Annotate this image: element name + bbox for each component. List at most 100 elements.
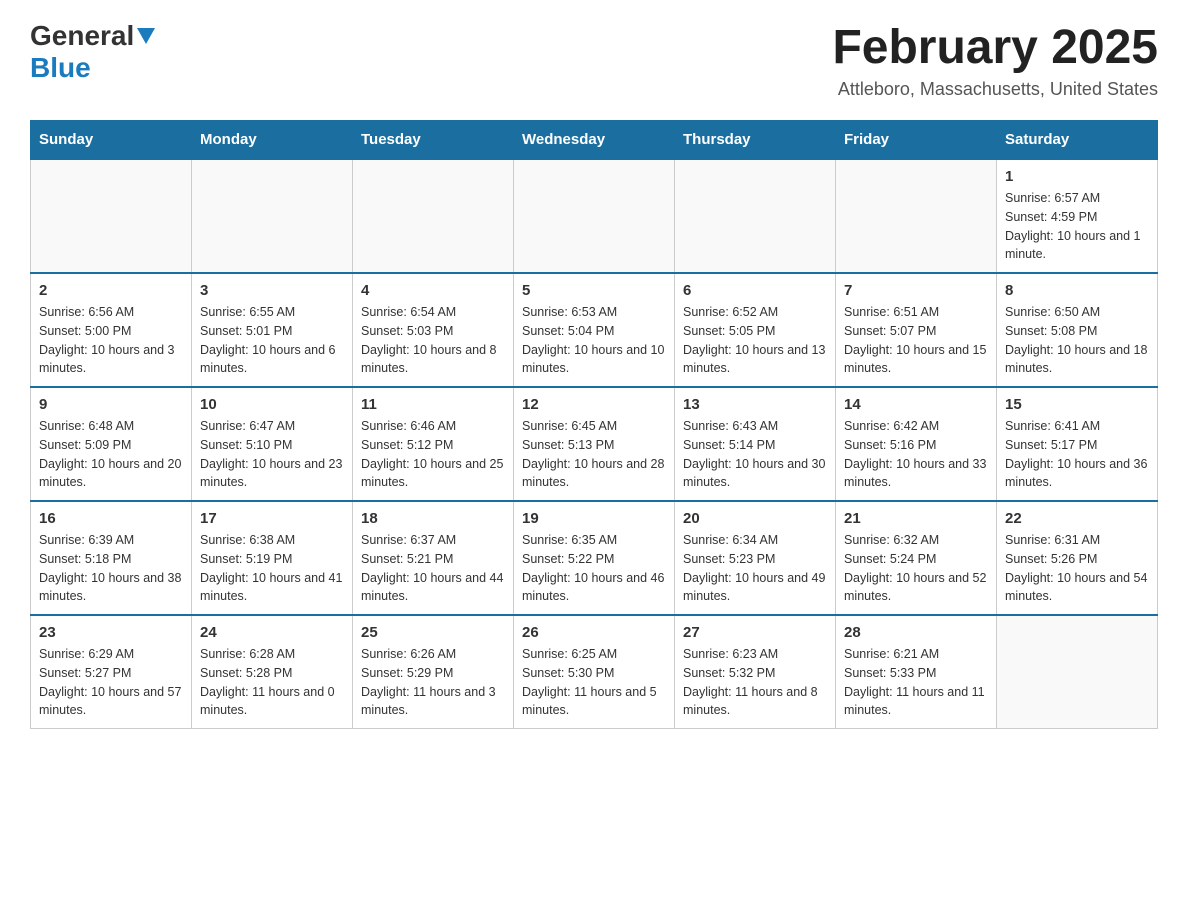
day-number: 21 [844,510,988,527]
calendar-cell: 18 Sunrise: 6:37 AMSunset: 5:21 PMDayligh… [353,501,514,615]
calendar-cell: 25Sunrise: 6:26 AMSunset: 5:29 PMDayligh… [353,615,514,729]
calendar-subtitle: Attleboro, Massachusetts, United States [832,79,1158,100]
calendar-cell: 7 Sunrise: 6:51 AMSunset: 5:07 PMDaylight… [836,273,997,387]
calendar-header: SundayMondayTuesdayWednesdayThursdayFrid… [31,121,1158,160]
calendar-cell [836,159,997,273]
calendar-cell: 28Sunrise: 6:21 AMSunset: 5:33 PMDayligh… [836,615,997,729]
calendar-cell: 12 Sunrise: 6:45 AMSunset: 5:13 PMDayligh… [514,387,675,501]
day-number: 3 [200,282,344,299]
calendar-cell: 3 Sunrise: 6:55 AMSunset: 5:01 PMDaylight… [192,273,353,387]
day-number: 19 [522,510,666,527]
day-number: 23 [39,624,183,641]
day-number: 4 [361,282,505,299]
calendar-cell: 10 Sunrise: 6:47 AMSunset: 5:10 PMDayligh… [192,387,353,501]
day-header-saturday: Saturday [997,121,1158,160]
calendar-cell [353,159,514,273]
calendar-cell: 23 Sunrise: 6:29 AMSunset: 5:27 PMDayligh… [31,615,192,729]
calendar-cell: 16 Sunrise: 6:39 AMSunset: 5:18 PMDayligh… [31,501,192,615]
day-number: 1 [1005,168,1149,185]
day-header-thursday: Thursday [675,121,836,160]
day-number: 5 [522,282,666,299]
calendar-week-2: 2 Sunrise: 6:56 AMSunset: 5:00 PMDaylight… [31,273,1158,387]
day-number: 14 [844,396,988,413]
day-info: Sunrise: 6:41 AMSunset: 5:17 PMDaylight:… [1005,417,1149,492]
day-header-tuesday: Tuesday [353,121,514,160]
title-block: February 2025 Attleboro, Massachusetts, … [832,20,1158,100]
calendar-cell: 15 Sunrise: 6:41 AMSunset: 5:17 PMDayligh… [997,387,1158,501]
day-info: Sunrise: 6:51 AMSunset: 5:07 PMDaylight:… [844,303,988,378]
day-number: 15 [1005,396,1149,413]
calendar-cell: 22 Sunrise: 6:31 AMSunset: 5:26 PMDayligh… [997,501,1158,615]
day-info: Sunrise: 6:25 AMSunset: 5:30 PMDaylight:… [522,645,666,720]
calendar-week-1: 1 Sunrise: 6:57 AMSunset: 4:59 PMDaylight… [31,159,1158,273]
day-number: 16 [39,510,183,527]
day-info: Sunrise: 6:37 AMSunset: 5:21 PMDaylight:… [361,531,505,606]
day-info: Sunrise: 6:55 AMSunset: 5:01 PMDaylight:… [200,303,344,378]
day-number: 25 [361,624,505,641]
calendar-cell: 26Sunrise: 6:25 AMSunset: 5:30 PMDayligh… [514,615,675,729]
calendar-cell: 17 Sunrise: 6:38 AMSunset: 5:19 PMDayligh… [192,501,353,615]
day-number: 10 [200,396,344,413]
calendar-cell [192,159,353,273]
day-info: Sunrise: 6:39 AMSunset: 5:18 PMDaylight:… [39,531,183,606]
calendar-cell: 5Sunrise: 6:53 AMSunset: 5:04 PMDaylight… [514,273,675,387]
day-info: Sunrise: 6:57 AMSunset: 4:59 PMDaylight:… [1005,189,1149,264]
calendar-cell: 19 Sunrise: 6:35 AMSunset: 5:22 PMDayligh… [514,501,675,615]
logo-triangle-icon [137,28,155,49]
day-info: Sunrise: 6:23 AMSunset: 5:32 PMDaylight:… [683,645,827,720]
logo: General Blue [30,20,155,84]
day-header-sunday: Sunday [31,121,192,160]
day-info: Sunrise: 6:42 AMSunset: 5:16 PMDaylight:… [844,417,988,492]
day-number: 11 [361,396,505,413]
calendar-cell: 20Sunrise: 6:34 AMSunset: 5:23 PMDayligh… [675,501,836,615]
calendar-title: February 2025 [832,20,1158,75]
page-header: General Blue February 2025 Attleboro, Ma… [30,20,1158,100]
calendar-week-3: 9 Sunrise: 6:48 AMSunset: 5:09 PMDaylight… [31,387,1158,501]
day-info: Sunrise: 6:45 AMSunset: 5:13 PMDaylight:… [522,417,666,492]
day-number: 12 [522,396,666,413]
day-header-row: SundayMondayTuesdayWednesdayThursdayFrid… [31,121,1158,160]
day-header-wednesday: Wednesday [514,121,675,160]
day-info: Sunrise: 6:43 AMSunset: 5:14 PMDaylight:… [683,417,827,492]
calendar-body: 1 Sunrise: 6:57 AMSunset: 4:59 PMDaylight… [31,159,1158,729]
logo-general-text: General [30,20,134,52]
calendar-cell: 1 Sunrise: 6:57 AMSunset: 4:59 PMDaylight… [997,159,1158,273]
day-info: Sunrise: 6:47 AMSunset: 5:10 PMDaylight:… [200,417,344,492]
day-number: 17 [200,510,344,527]
calendar-cell: 24 Sunrise: 6:28 AMSunset: 5:28 PMDayligh… [192,615,353,729]
calendar-cell: 4 Sunrise: 6:54 AMSunset: 5:03 PMDaylight… [353,273,514,387]
calendar-cell: 13Sunrise: 6:43 AMSunset: 5:14 PMDayligh… [675,387,836,501]
day-number: 22 [1005,510,1149,527]
day-info: Sunrise: 6:46 AMSunset: 5:12 PMDaylight:… [361,417,505,492]
day-info: Sunrise: 6:54 AMSunset: 5:03 PMDaylight:… [361,303,505,378]
day-number: 6 [683,282,827,299]
day-number: 20 [683,510,827,527]
calendar-cell: 2 Sunrise: 6:56 AMSunset: 5:00 PMDaylight… [31,273,192,387]
day-info: Sunrise: 6:48 AMSunset: 5:09 PMDaylight:… [39,417,183,492]
calendar-cell: 14 Sunrise: 6:42 AMSunset: 5:16 PMDayligh… [836,387,997,501]
day-info: Sunrise: 6:28 AMSunset: 5:28 PMDaylight:… [200,645,344,720]
day-info: Sunrise: 6:29 AMSunset: 5:27 PMDaylight:… [39,645,183,720]
day-number: 24 [200,624,344,641]
calendar-week-5: 23 Sunrise: 6:29 AMSunset: 5:27 PMDayligh… [31,615,1158,729]
day-number: 28 [844,624,988,641]
day-number: 9 [39,396,183,413]
calendar-cell: 11 Sunrise: 6:46 AMSunset: 5:12 PMDayligh… [353,387,514,501]
day-number: 2 [39,282,183,299]
day-number: 18 [361,510,505,527]
day-number: 27 [683,624,827,641]
calendar-cell [997,615,1158,729]
calendar-week-4: 16 Sunrise: 6:39 AMSunset: 5:18 PMDayligh… [31,501,1158,615]
day-info: Sunrise: 6:56 AMSunset: 5:00 PMDaylight:… [39,303,183,378]
day-info: Sunrise: 6:35 AMSunset: 5:22 PMDaylight:… [522,531,666,606]
calendar-cell: 9 Sunrise: 6:48 AMSunset: 5:09 PMDaylight… [31,387,192,501]
calendar-cell: 27 Sunrise: 6:23 AMSunset: 5:32 PMDayligh… [675,615,836,729]
calendar-cell: 21Sunrise: 6:32 AMSunset: 5:24 PMDayligh… [836,501,997,615]
day-number: 7 [844,282,988,299]
calendar-table: SundayMondayTuesdayWednesdayThursdayFrid… [30,120,1158,729]
day-info: Sunrise: 6:52 AMSunset: 5:05 PMDaylight:… [683,303,827,378]
day-info: Sunrise: 6:38 AMSunset: 5:19 PMDaylight:… [200,531,344,606]
day-info: Sunrise: 6:31 AMSunset: 5:26 PMDaylight:… [1005,531,1149,606]
calendar-cell [514,159,675,273]
day-header-monday: Monday [192,121,353,160]
